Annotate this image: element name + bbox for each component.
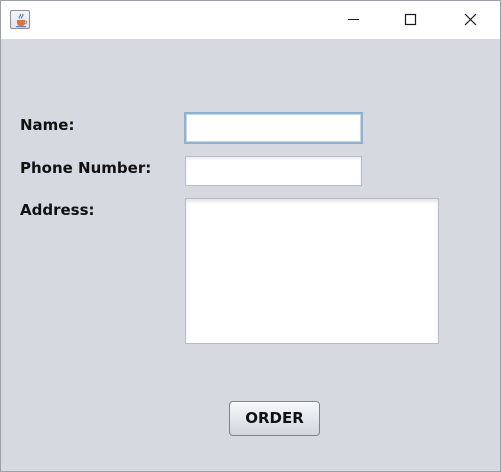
minimize-icon [348,19,359,20]
close-icon [464,13,477,26]
maximize-icon [404,13,417,26]
title-bar[interactable] [1,1,500,39]
application-window: Name: Phone Number: Address: ORDER [0,0,501,472]
minimize-button[interactable] [330,1,376,39]
name-label: Name: [20,116,75,134]
address-textarea[interactable] [185,198,439,344]
phone-number-field[interactable] [185,156,362,186]
name-field[interactable] [184,112,363,144]
phone-number-label: Phone Number: [20,159,152,177]
java-cup-icon[interactable] [10,10,30,29]
close-button[interactable] [447,1,493,39]
maximize-button[interactable] [387,1,433,39]
address-label: Address: [20,201,95,219]
order-button[interactable]: ORDER [229,401,320,436]
